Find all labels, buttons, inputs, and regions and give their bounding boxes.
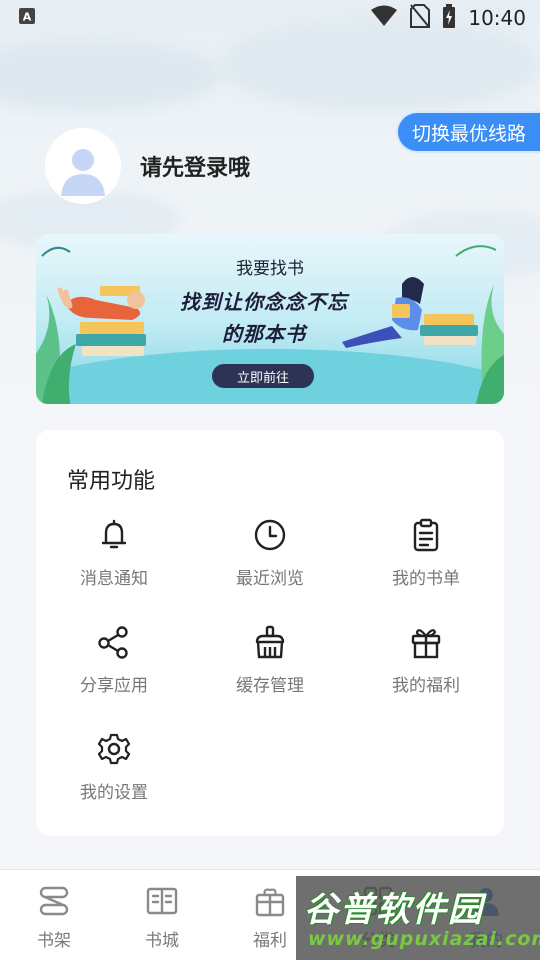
- func-label: 我的书单: [392, 569, 460, 589]
- func-label: 最近浏览: [236, 569, 304, 589]
- clock-icon: [254, 519, 286, 551]
- bell-icon: [101, 519, 127, 549]
- gift-icon: [411, 629, 441, 659]
- svg-text:A: A: [23, 11, 32, 24]
- func-share[interactable]: 分享应用: [54, 625, 174, 705]
- tab-label: 书架: [37, 931, 71, 951]
- status-bar: A 10:40: [0, 0, 540, 36]
- login-prompt[interactable]: 请先登录哦: [140, 150, 250, 182]
- functions-title: 常用功能: [67, 469, 156, 494]
- no-sim-icon: [410, 3, 431, 33]
- banner-slogan-line2: 的那本书: [222, 322, 306, 346]
- book-open-icon: [146, 887, 178, 915]
- func-settings[interactable]: 我的设置: [54, 732, 174, 812]
- tab-label: 书城: [145, 931, 179, 951]
- broom-icon: [255, 625, 285, 659]
- watermark-url: www.gupuxiazai.com: [308, 928, 540, 950]
- banner-title: 我要找书: [236, 259, 304, 279]
- gift-icon: [255, 888, 285, 917]
- common-functions-card: 常用功能 消息通知 最近浏览 我的书单 分享应用 缓存管理 我的福利 我的设置: [36, 430, 504, 836]
- watermark-title: 谷普软件园: [304, 890, 484, 930]
- clipboard-icon: [413, 518, 439, 552]
- func-label: 分享应用: [80, 676, 148, 696]
- tab-bookshelf[interactable]: 书架: [24, 884, 84, 951]
- site-watermark: 谷普软件园 www.gupuxiazai.com: [296, 876, 540, 960]
- func-label: 我的福利: [392, 676, 460, 696]
- func-recent[interactable]: 最近浏览: [210, 518, 330, 598]
- tab-label: 福利: [253, 931, 287, 951]
- avatar[interactable]: [45, 128, 121, 204]
- banner-slogan-line1: 找到让你念念不忘: [180, 290, 348, 314]
- user-avatar-icon: [61, 149, 105, 196]
- func-label: 缓存管理: [236, 676, 304, 696]
- func-benefits[interactable]: 我的福利: [366, 625, 486, 705]
- wifi-icon: [370, 5, 398, 32]
- tab-bookstore[interactable]: 书城: [132, 884, 192, 951]
- a-box-icon: A: [18, 6, 36, 30]
- status-time: 10:40: [468, 6, 526, 30]
- func-label: 我的设置: [80, 783, 148, 803]
- go-now-button[interactable]: 立即前往: [212, 364, 314, 388]
- gear-icon: [97, 733, 131, 765]
- tab-welfare[interactable]: 福利: [240, 884, 300, 951]
- battery-charging-icon: [442, 3, 456, 33]
- bookshelf-icon: [39, 886, 69, 916]
- func-cache[interactable]: 缓存管理: [210, 625, 330, 705]
- share-icon: [98, 626, 128, 659]
- func-label: 消息通知: [80, 569, 148, 589]
- func-notifications[interactable]: 消息通知: [54, 518, 174, 598]
- func-booklist[interactable]: 我的书单: [366, 518, 486, 598]
- banner-slogan: 找到让你念念不忘 的那本书: [164, 286, 364, 350]
- find-book-banner[interactable]: 我要找书 找到让你念念不忘 的那本书 立即前往: [36, 234, 504, 404]
- switch-route-button[interactable]: 切换最优线路: [398, 113, 540, 151]
